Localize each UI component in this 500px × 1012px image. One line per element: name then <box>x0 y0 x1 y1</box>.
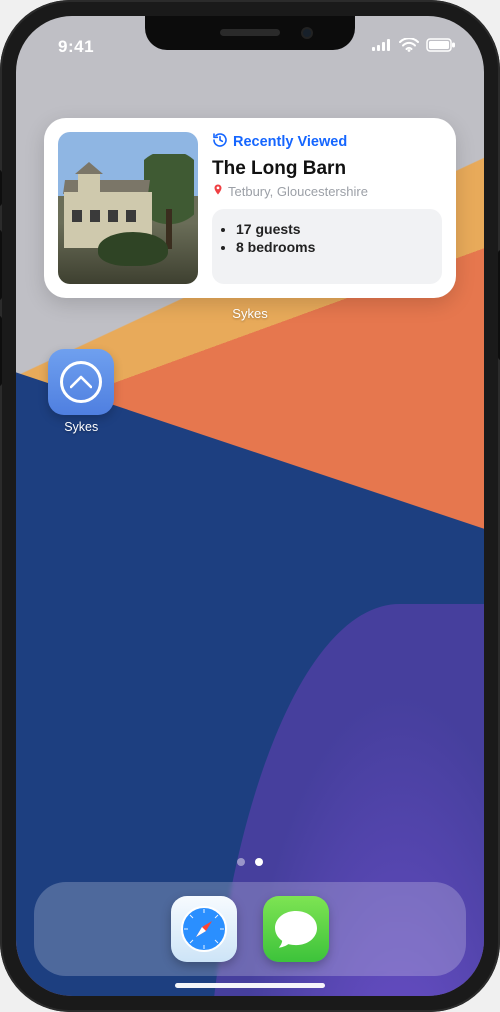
property-features: 17 guests 8 bedrooms <box>212 209 442 284</box>
location-pin-icon <box>212 183 224 199</box>
status-time: 9:41 <box>42 37 94 57</box>
property-thumbnail <box>58 132 198 284</box>
widget-app-label: Sykes <box>16 306 484 321</box>
recently-viewed-label: Recently Viewed <box>233 134 347 150</box>
dock-app-safari[interactable] <box>171 896 237 962</box>
home-indicator[interactable] <box>175 983 325 988</box>
property-location-text: Tetbury, Gloucestershire <box>228 184 368 199</box>
dock-app-messages[interactable] <box>263 896 329 962</box>
feature-item: 17 guests <box>236 221 432 237</box>
page-dot-active <box>255 858 263 866</box>
property-location: Tetbury, Gloucestershire <box>212 183 442 199</box>
wifi-icon <box>399 38 419 57</box>
history-icon <box>212 132 228 152</box>
property-name: The Long Barn <box>212 158 442 180</box>
app-label: Sykes <box>64 420 98 434</box>
recently-viewed-header: Recently Viewed <box>212 132 442 152</box>
sykes-app-icon <box>48 349 114 415</box>
signal-icon <box>372 38 392 56</box>
sykes-widget[interactable]: Recently Viewed The Long Barn Tetbury, G… <box>44 118 456 298</box>
dock <box>34 882 466 976</box>
battery-icon <box>426 38 456 57</box>
page-dot <box>237 858 245 866</box>
feature-item: 8 bedrooms <box>236 239 432 255</box>
device-notch <box>145 16 355 50</box>
page-indicator[interactable] <box>16 858 484 866</box>
app-sykes[interactable]: Sykes <box>34 349 129 434</box>
